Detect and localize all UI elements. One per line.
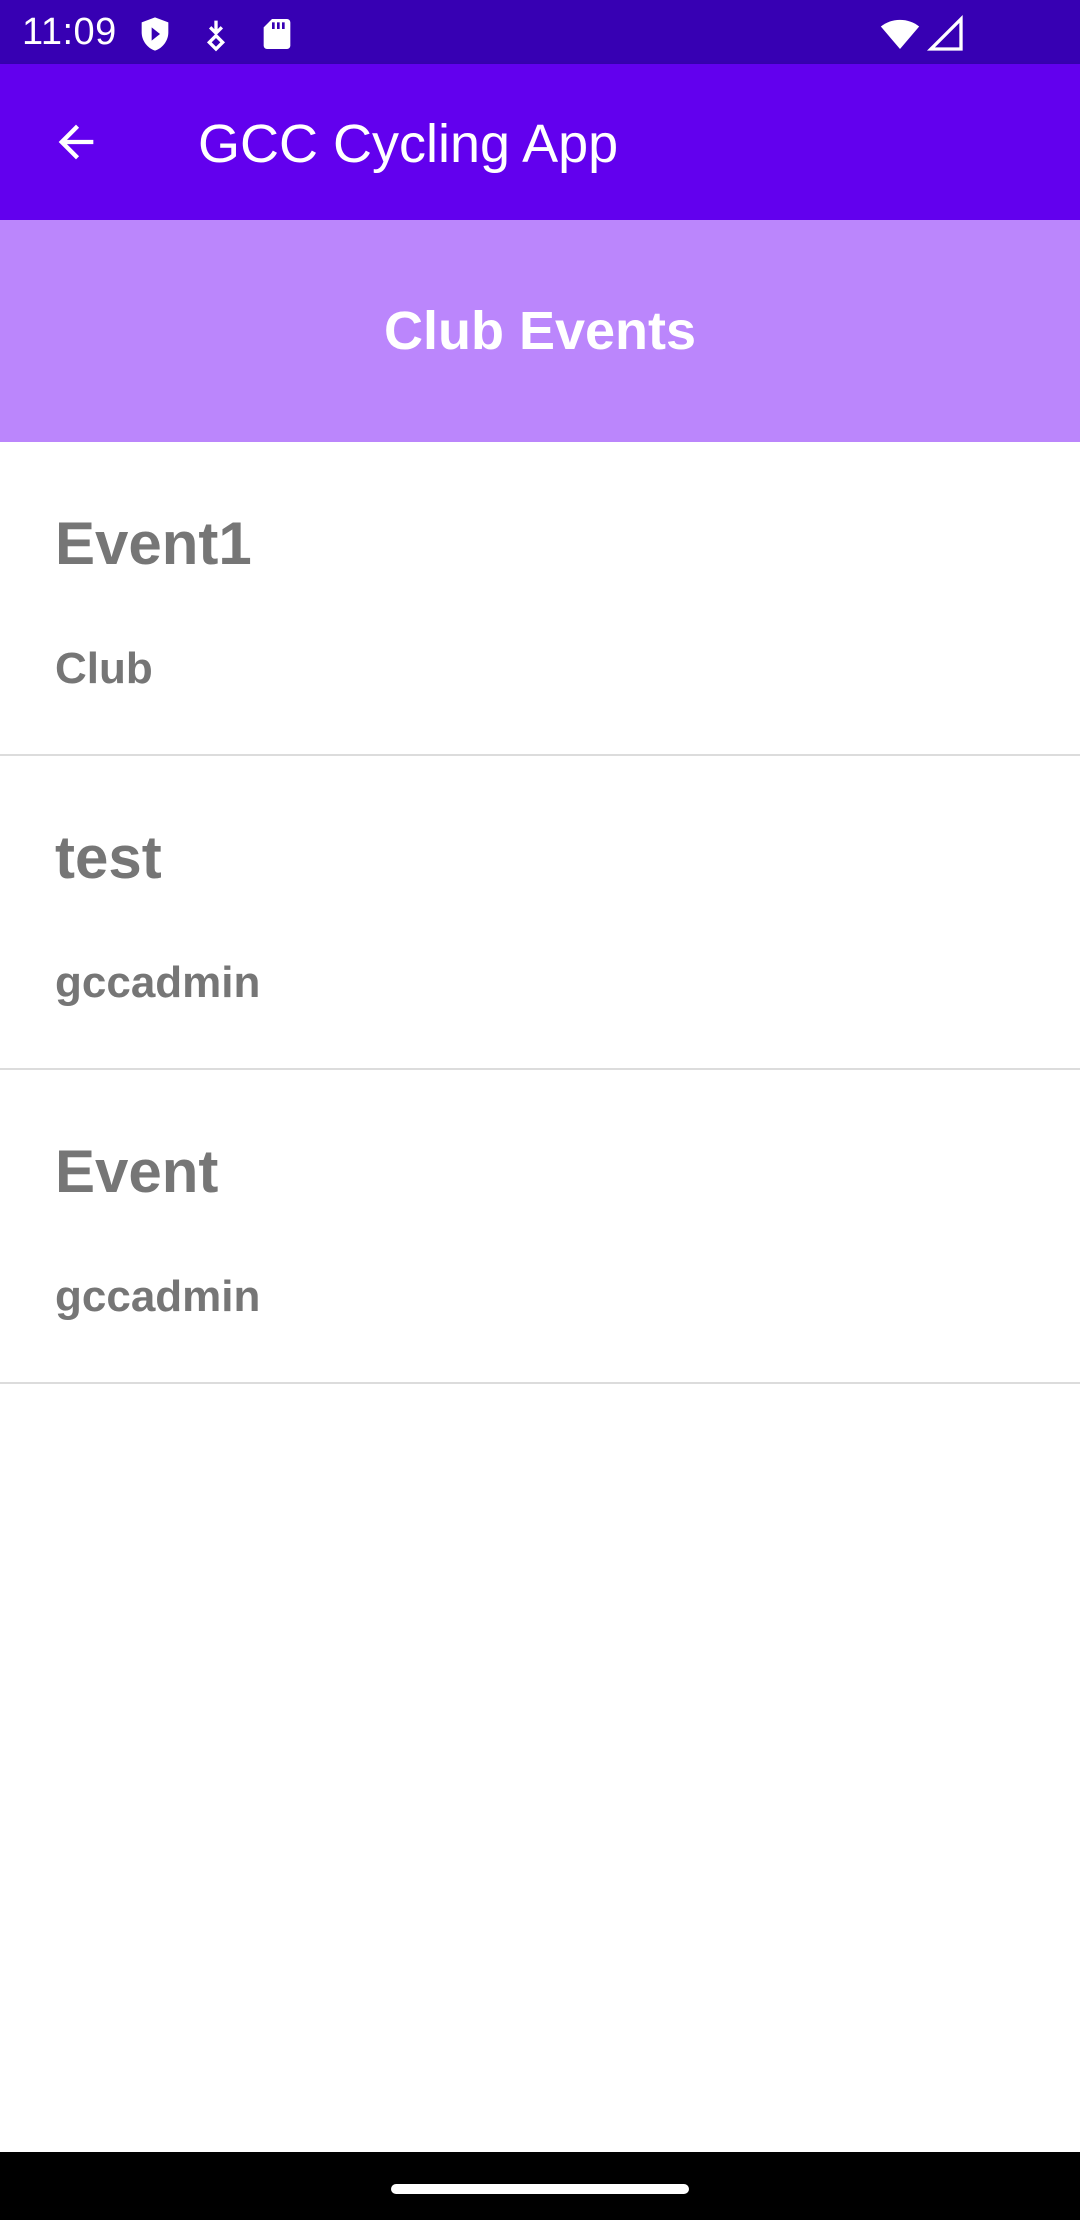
home-gesture-handle[interactable] <box>391 2184 689 2194</box>
section-title: Club Events <box>383 301 697 361</box>
event-name: Event1 <box>55 510 252 577</box>
list-item[interactable]: Event1 Club <box>0 442 1080 756</box>
shield-play-icon <box>135 14 175 54</box>
back-button[interactable] <box>36 106 116 178</box>
event-list: Event1 Club test gccadmin Event gccadmin <box>0 442 1080 1384</box>
section-header: Club Events <box>0 220 1080 442</box>
app-bar: GCC Cycling App <box>0 64 1080 220</box>
event-creator: gccadmin <box>55 1272 261 1321</box>
download-icon <box>196 14 236 54</box>
signal-icon <box>926 14 966 54</box>
app-title: GCC Cycling App <box>198 114 619 174</box>
list-item[interactable]: Event gccadmin <box>0 1070 1080 1384</box>
list-item[interactable]: test gccadmin <box>0 756 1080 1070</box>
navigation-bar <box>0 2152 1080 2220</box>
status-bar: 11:09 <box>0 0 1080 64</box>
event-name: test <box>55 824 162 891</box>
event-creator: Club <box>55 644 153 693</box>
status-time: 11:09 <box>22 11 117 53</box>
wifi-icon <box>880 14 920 54</box>
arrow-left-icon <box>58 124 94 160</box>
event-name: Event <box>55 1138 219 1205</box>
event-creator: gccadmin <box>55 958 261 1007</box>
sd-card-icon <box>257 14 297 54</box>
